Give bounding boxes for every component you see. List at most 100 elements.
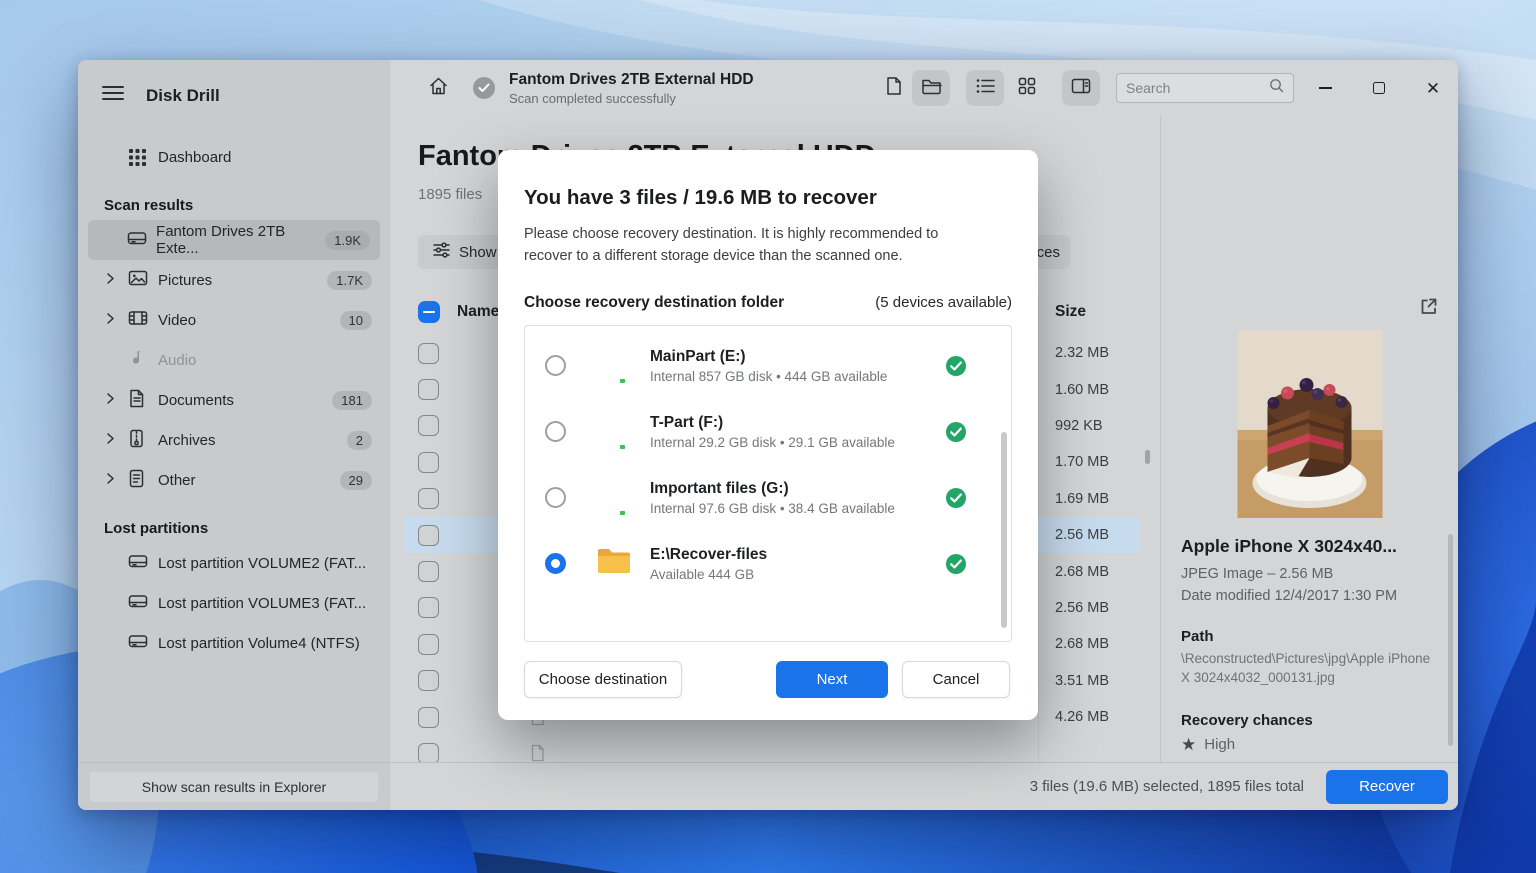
device-list-scrollbar-thumb[interactable] (1001, 431, 1007, 628)
search-input[interactable]: Search (1116, 73, 1294, 103)
row-checkbox[interactable] (418, 633, 439, 655)
row-checkbox[interactable] (418, 379, 439, 401)
destination-name: T-Part (F:) (650, 413, 724, 431)
list-view-button[interactable] (966, 70, 1004, 106)
row-checkbox[interactable] (418, 597, 439, 619)
sidebar-footer: Show scan results in Explorer (78, 762, 390, 810)
size-column-header[interactable]: Size (1055, 303, 1086, 321)
preview-image[interactable] (1237, 330, 1382, 518)
destination-radio[interactable] (545, 421, 566, 442)
row-checkbox[interactable] (418, 342, 439, 364)
sidebar-item[interactable]: Audio (78, 340, 390, 380)
open-external-icon (1418, 296, 1439, 320)
lost-partition-label: Lost partition Volume4 (NTFS) (158, 634, 360, 652)
search-placeholder: Search (1126, 80, 1171, 96)
sidebar-item[interactable]: Pictures 1.7K (78, 260, 390, 300)
sidebar-item-dashboard[interactable]: Dashboard (78, 137, 390, 177)
file-name: Apple iPhone X 3024x40... (1181, 536, 1397, 556)
destination-option[interactable]: MainPart (E:) Internal 857 GB disk • 444… (525, 333, 1011, 399)
drive-icon (127, 229, 147, 251)
sidebar: Disk Drill Dashboard Scan results Fantom… (78, 60, 390, 810)
dialog-description: Please choose recovery destination. It i… (524, 226, 939, 264)
chevron-right-icon (106, 472, 115, 489)
count-badge: 2 (346, 430, 372, 450)
file-date-modified: Date modified 12/4/2017 1:30 PM (1181, 588, 1398, 604)
scan-results-header: Scan results (104, 197, 194, 214)
destination-radio[interactable] (545, 553, 566, 574)
window-subtitle: Scan completed successfully (509, 90, 676, 106)
audio-note-icon (128, 349, 144, 371)
file-type-icon (530, 744, 545, 762)
new-file-button[interactable] (874, 70, 912, 106)
cancel-button[interactable]: Cancel (902, 661, 1010, 698)
row-checkbox[interactable] (418, 451, 439, 473)
file-size-cell: 3.51 MB (1055, 672, 1109, 689)
recovery-chances-label: Recovery chances (1181, 711, 1313, 729)
row-checkbox[interactable] (418, 488, 439, 510)
open-folder-button[interactable] (912, 70, 950, 106)
maximize-button[interactable] (1370, 79, 1388, 97)
file-size-cell: 992 KB (1055, 417, 1103, 434)
show-in-explorer-button[interactable]: Show scan results in Explorer (90, 771, 378, 802)
row-checkbox[interactable] (418, 561, 439, 583)
lost-partitions-header: Lost partitions (104, 520, 209, 537)
row-checkbox[interactable] (418, 706, 439, 728)
file-size-cell: 2.32 MB (1055, 345, 1109, 362)
destination-option[interactable]: E:\Recover-files Available 444 GB (525, 531, 1011, 597)
preview-panel-button[interactable] (1062, 70, 1100, 106)
sidebar-item-lost-partition[interactable]: Lost partition VOLUME3 (FAT... (78, 583, 390, 623)
folder-icon (596, 547, 632, 580)
sidebar-item[interactable]: Documents 181 (78, 380, 390, 420)
sidebar-item-lost-partition[interactable]: Lost partition VOLUME2 (FAT... (78, 543, 390, 583)
open-external-button[interactable] (1418, 296, 1442, 320)
sidebar-item[interactable]: Fantom Drives 2TB Exte... 1.9K (88, 220, 380, 260)
select-all-checkbox[interactable] (418, 301, 440, 323)
count-badge: 181 (332, 390, 372, 410)
file-size-cell: 2.68 MB (1055, 563, 1109, 580)
drive-icon (128, 592, 148, 614)
count-badge: 1.7K (327, 270, 372, 290)
row-checkbox[interactable] (418, 415, 439, 437)
sidebar-item[interactable]: Other 29 (78, 460, 390, 500)
selection-status: 3 files (19.6 MB) selected, 1895 files t… (1029, 778, 1304, 795)
close-button[interactable]: ✕ (1424, 79, 1442, 97)
other-file-icon (128, 469, 145, 492)
sidebar-item-label: Fantom Drives 2TB Exte... (156, 223, 286, 257)
count-badge: 10 (339, 310, 372, 330)
sidebar-item[interactable]: Video 10 (78, 300, 390, 340)
ok-check-icon (945, 487, 967, 509)
row-checkbox[interactable] (418, 742, 439, 762)
destination-name: MainPart (E:) (650, 347, 746, 365)
next-button[interactable]: Next (776, 661, 888, 698)
desktop: { "colors": { "accent": "#1a73e8", "succ… (0, 0, 1536, 873)
chevron-right-icon (106, 432, 115, 449)
file-size-cell: 1.70 MB (1055, 454, 1109, 471)
recovery-destination-dialog: You have 3 files / 19.6 MB to recover Pl… (498, 150, 1038, 720)
row-checkbox[interactable] (418, 670, 439, 692)
choose-destination-button[interactable]: Choose destination (524, 661, 682, 698)
minimize-button[interactable] (1316, 79, 1334, 97)
destination-option[interactable]: T-Part (F:) Internal 29.2 GB disk • 29.1… (525, 399, 1011, 465)
recover-button[interactable]: Recover (1326, 769, 1448, 804)
destination-radio[interactable] (545, 355, 566, 376)
name-column-header[interactable]: Name (457, 303, 499, 321)
pictures-icon (128, 269, 148, 291)
path-label: Path (1181, 628, 1214, 645)
destination-radio[interactable] (545, 487, 566, 508)
hamburger-menu-icon[interactable] (102, 84, 124, 107)
grid-view-button[interactable] (1008, 70, 1046, 106)
home-icon[interactable] (428, 76, 449, 101)
destination-option[interactable]: Important files (G:) Internal 97.6 GB di… (525, 465, 1011, 531)
document-icon (128, 389, 145, 412)
preview-scrollbar-thumb[interactable] (1448, 534, 1453, 746)
file-size-cell: 1.60 MB (1055, 381, 1109, 398)
table-row[interactable] (390, 735, 1160, 762)
dialog-title: You have 3 files / 19.6 MB to recover (524, 186, 877, 209)
sidebar-item[interactable]: Archives 2 (78, 420, 390, 460)
ok-check-icon (945, 355, 967, 377)
table-scrollbar-thumb[interactable] (1145, 450, 1150, 464)
row-checkbox[interactable] (418, 524, 439, 546)
sidebar-item-label: Other (158, 471, 196, 489)
sidebar-item-lost-partition[interactable]: Lost partition Volume4 (NTFS) (78, 623, 390, 663)
files-count: 1895 files (418, 186, 483, 203)
